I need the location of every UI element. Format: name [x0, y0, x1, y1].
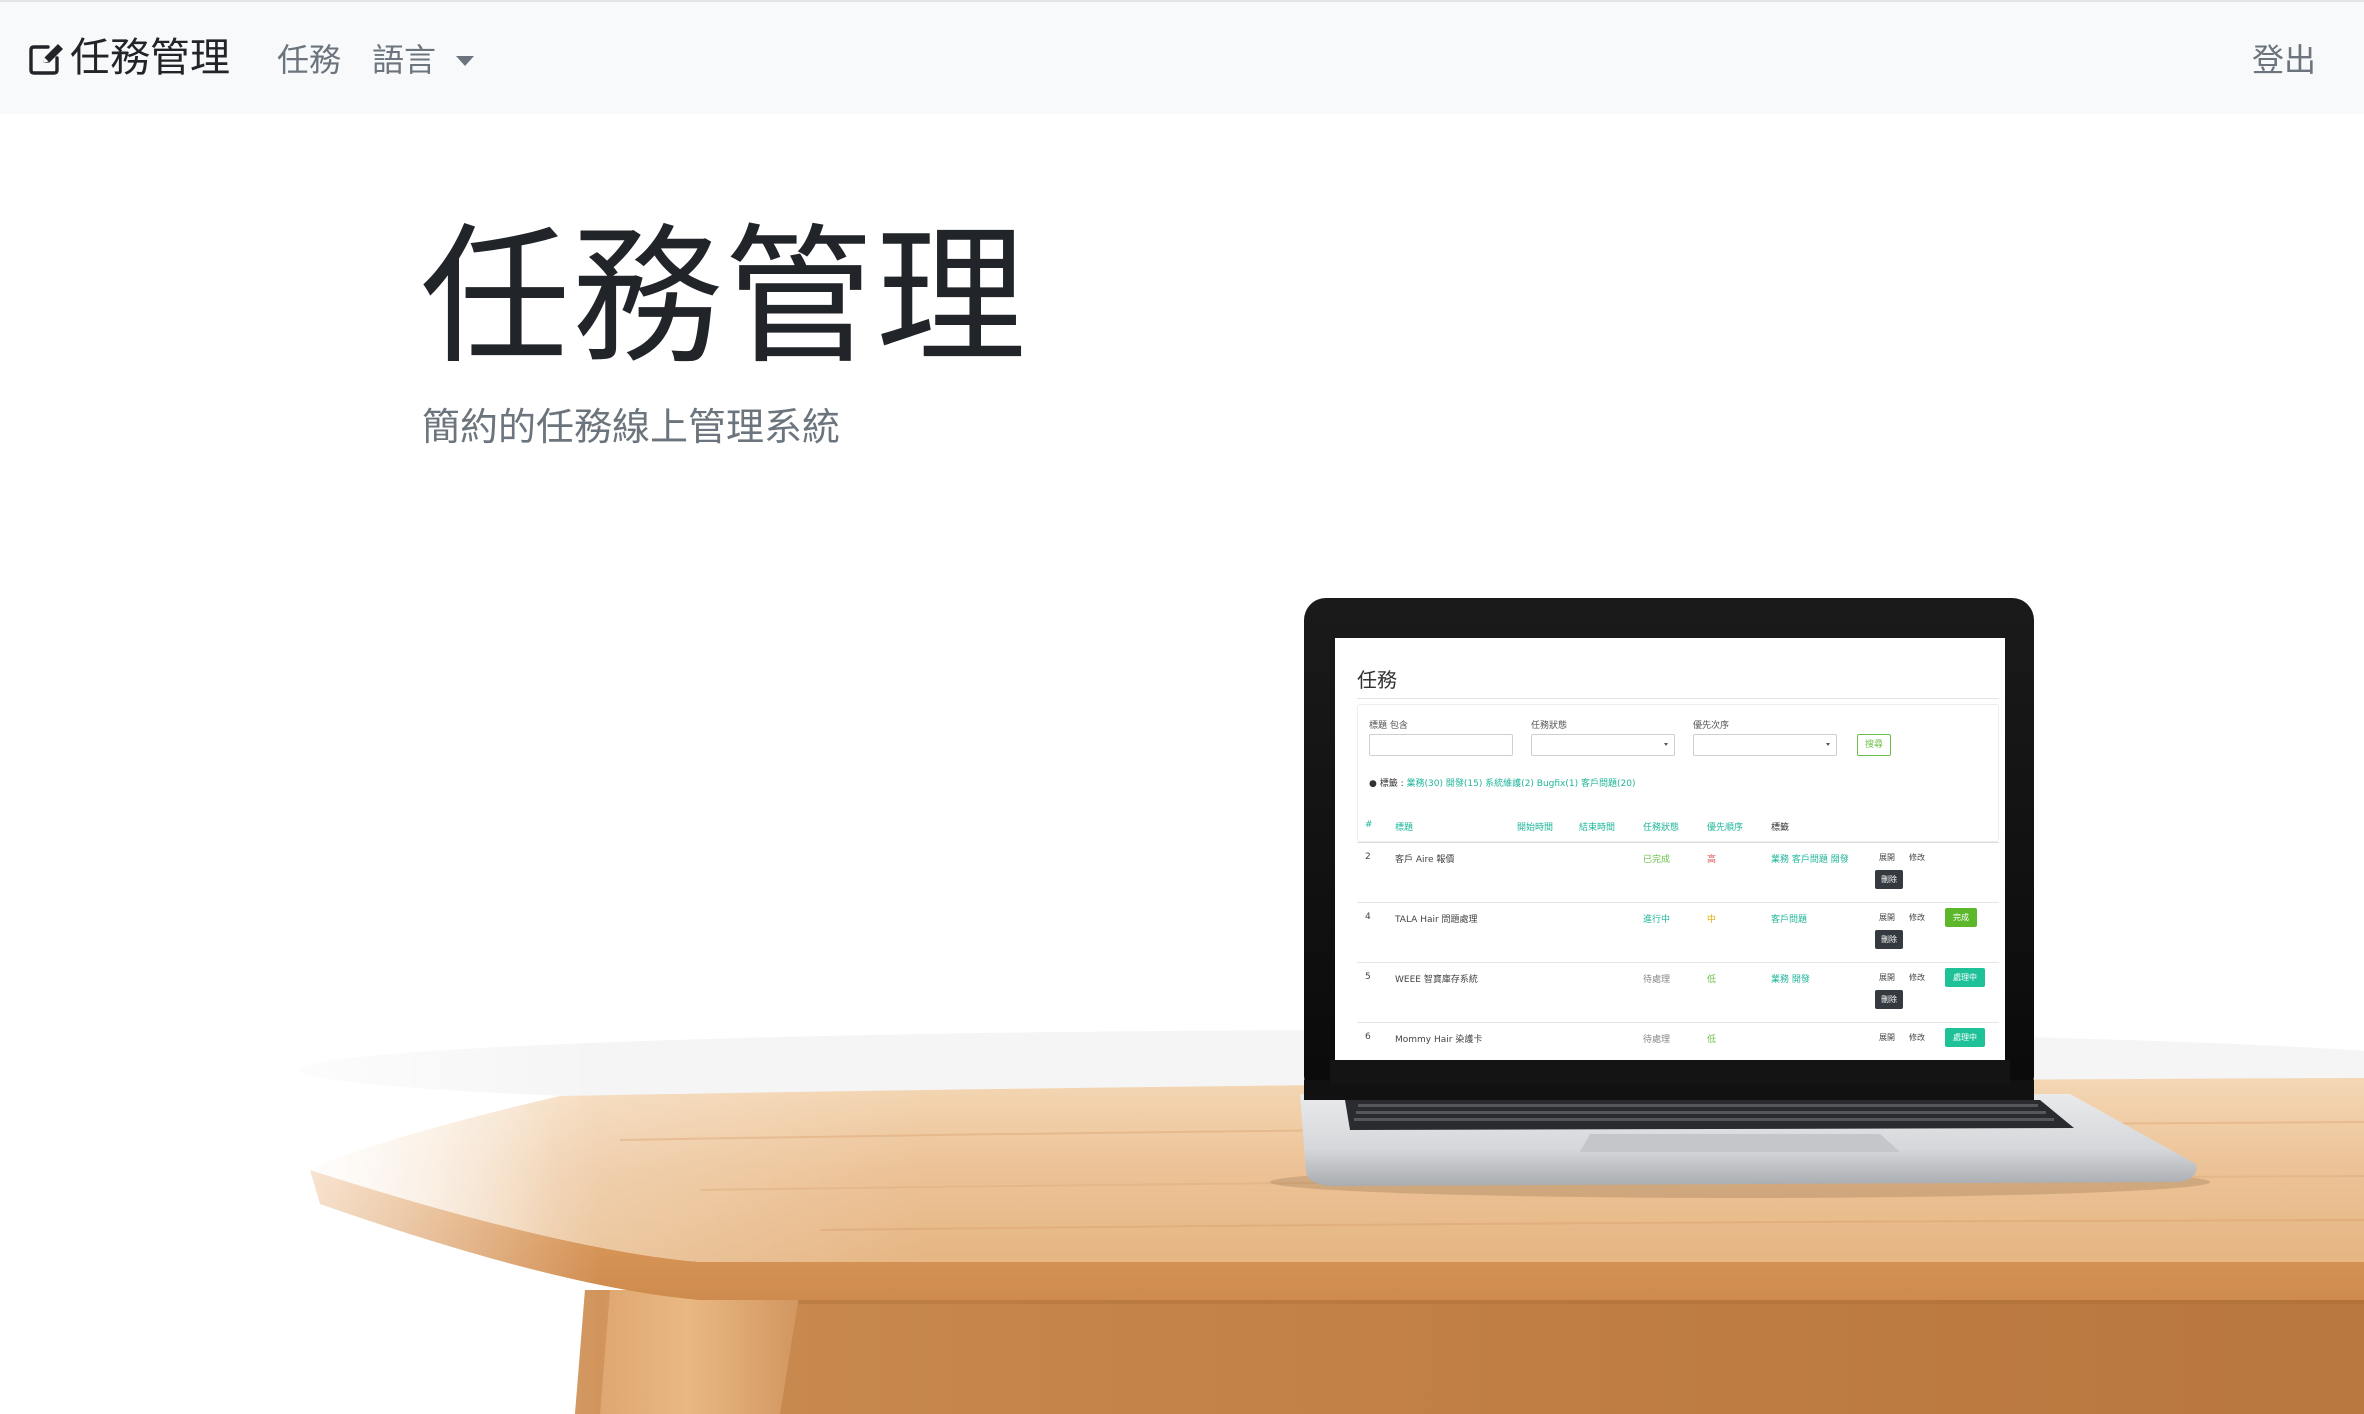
screenshot-title-filter-label: 標題 包含: [1369, 721, 1408, 731]
screenshot-priority-filter-label: 優先次序: [1693, 721, 1730, 731]
row-status: 待處理: [1643, 975, 1671, 985]
hero-title: 任務管理: [420, 211, 1029, 385]
screenshot-tags-list: 業務(30) 開發(15) 系統維護(2) Bugfix(1) 客戶問題(20): [1406, 779, 1636, 789]
screenshot-col-tags: 標籤: [1771, 823, 1790, 833]
row-id: 6: [1365, 1032, 1371, 1042]
screenshot-col-start: 開始時間: [1517, 823, 1554, 833]
row-priority: 中: [1707, 915, 1717, 925]
row-title: WEEE 智寶庫存系統: [1395, 975, 1478, 985]
screenshot-col-status: 任務狀態: [1643, 823, 1680, 833]
screenshot-divider: [1357, 698, 1999, 699]
row-priority: 低: [1707, 1035, 1717, 1045]
row-title: TALA Hair 問題處理: [1395, 915, 1478, 925]
screenshot-col-id: #: [1365, 820, 1373, 830]
row-edit-button: 修改: [1903, 1028, 1931, 1047]
edit-icon: [29, 44, 63, 75]
screenshot-col-priority: 優先順序: [1707, 823, 1744, 833]
nav-tasks-link[interactable]: 任務: [277, 34, 341, 86]
screenshot-col-title: 標題: [1395, 823, 1414, 833]
row-expand-button: 展開: [1873, 968, 1901, 987]
row-id: 5: [1365, 972, 1371, 982]
row-expand-button: 展開: [1873, 1028, 1901, 1047]
row-delete-button: 刪除: [1875, 930, 1903, 949]
brand-name: 任務管理: [70, 35, 230, 81]
screenshot-col-end: 結束時間: [1579, 823, 1616, 833]
screenshot-status-filter-select: [1531, 734, 1675, 756]
row-tags: 客戶問題: [1771, 915, 1808, 925]
screenshot-search-button: 搜尋: [1857, 734, 1891, 756]
tag-icon: ●: [1369, 779, 1377, 789]
row-status: 已完成: [1643, 855, 1671, 865]
row-tags: 業務 客戶問題 開發: [1771, 855, 1849, 865]
nav-language-label: 語言: [372, 41, 437, 79]
row-expand-button: 展開: [1873, 848, 1901, 867]
brand-link[interactable]: 任務管理: [26, 30, 230, 86]
row-title: Mommy Hair 染護卡: [1395, 1035, 1483, 1045]
hero-background-illustration: [180, 598, 2364, 1414]
row-processing-button: 處理中: [1945, 1028, 1985, 1047]
screenshot-title-filter-input: [1369, 734, 1513, 756]
nav-logout-link[interactable]: 登出: [2252, 34, 2316, 86]
row-priority: 低: [1707, 975, 1717, 985]
row-title: 客戶 Aire 報價: [1395, 855, 1455, 865]
row-status: 進行中: [1643, 915, 1671, 925]
hero-lead: 簡約的任務線上管理系統: [422, 405, 841, 449]
screenshot-heading: 任務: [1357, 668, 1397, 692]
laptop-screenshot: 任務 標題 包含 任務狀態 優先次序 搜尋 ● 標籤 : 業務(30) 開發(1…: [1335, 638, 2005, 1060]
caret-down-icon: [456, 56, 475, 66]
page: 任務 標題 包含 任務狀態 優先次序 搜尋 ● 標籤 : 業務(30) 開發(1…: [0, 0, 2364, 1414]
top-navbar: 任務管理 任務 語言 登出: [0, 0, 2364, 114]
row-delete-button: 刪除: [1875, 870, 1903, 889]
row-complete-button: 完成: [1945, 908, 1977, 927]
row-priority: 高: [1707, 855, 1717, 865]
row-tags: 業務 開發: [1771, 975, 1810, 985]
row-processing-button: 處理中: [1945, 968, 1985, 987]
row-status: 待處理: [1643, 1035, 1671, 1045]
row-edit-button: 修改: [1903, 908, 1931, 927]
screenshot-tags-label: 標籤 :: [1379, 779, 1404, 789]
row-expand-button: 展開: [1873, 908, 1901, 927]
row-edit-button: 修改: [1903, 848, 1931, 867]
chevron-down-icon: [1664, 743, 1668, 746]
nav-language-dropdown[interactable]: 語言: [372, 34, 475, 86]
row-edit-button: 修改: [1903, 968, 1931, 987]
screenshot-tags-line: ● 標籤 : 業務(30) 開發(15) 系統維護(2) Bugfix(1) 客…: [1369, 776, 1635, 789]
row-id: 4: [1365, 912, 1371, 922]
screenshot-status-filter-label: 任務狀態: [1531, 721, 1568, 731]
chevron-down-icon: [1826, 743, 1830, 746]
row-id: 2: [1365, 852, 1371, 862]
screenshot-priority-filter-select: [1693, 734, 1837, 756]
row-delete-button: 刪除: [1875, 990, 1903, 1009]
